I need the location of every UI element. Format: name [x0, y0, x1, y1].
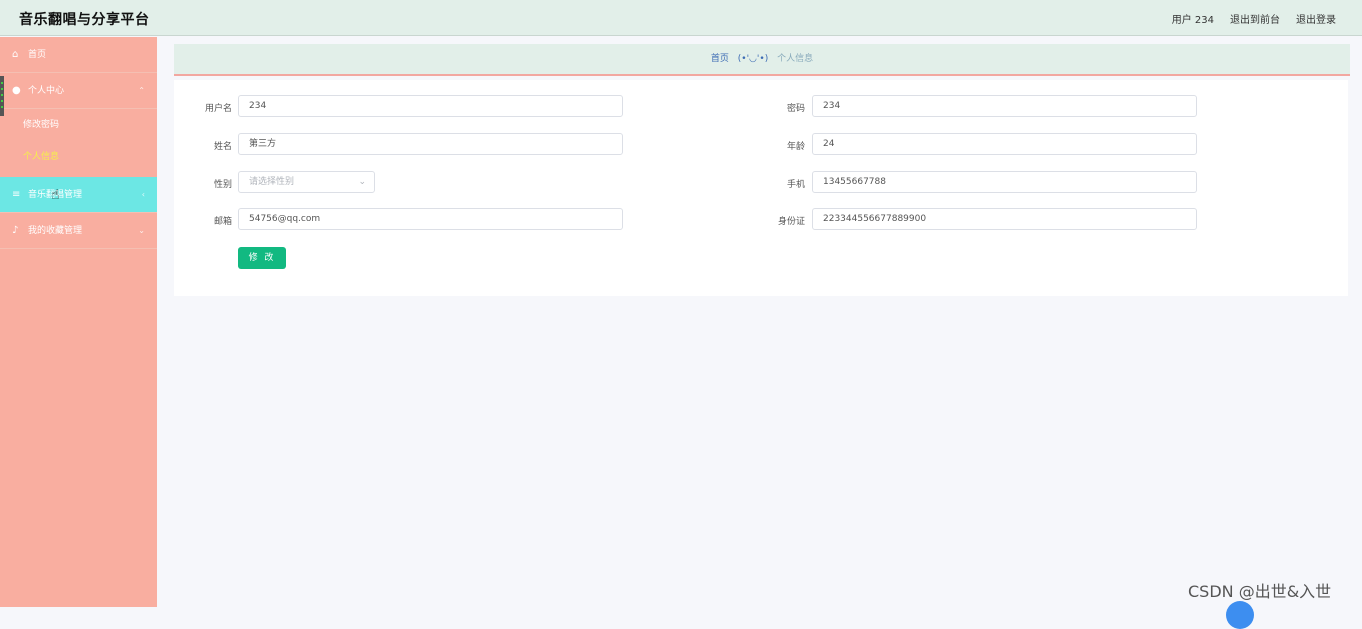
name-field[interactable]: 第三方	[238, 133, 623, 155]
chevron-down-icon: ⌄	[138, 226, 145, 235]
username-label: 用户名	[204, 104, 232, 114]
sidebar: ⌂ 首页 ● 个人中心 ⌃ 修改密码 个人信息 ≡ 音乐翻唱管理 ‹ ♪ 我的收…	[0, 37, 157, 607]
sidebar-item-favorites[interactable]: ♪ 我的收藏管理 ⌄	[0, 213, 157, 249]
sidebar-item-personal-center[interactable]: ● 个人中心 ⌃	[0, 73, 157, 109]
sidebar-item-music-cover[interactable]: ≡ 音乐翻唱管理 ‹	[0, 177, 157, 213]
exit-to-front-link[interactable]: 退出到前台	[1230, 11, 1280, 26]
drag-handle[interactable]	[0, 76, 4, 116]
breadcrumb: 首页 (•'◡'•) 个人信息	[174, 44, 1350, 74]
chevron-up-icon: ⌃	[138, 86, 145, 95]
gender-placeholder: 请选择性别	[249, 177, 295, 187]
breadcrumb-current: 个人信息	[777, 54, 814, 64]
logout-link[interactable]: 退出登录	[1296, 11, 1336, 26]
breadcrumb-home[interactable]: 首页	[711, 54, 729, 64]
home-icon: ⌂	[12, 49, 19, 60]
sidebar-subitem-change-password[interactable]: 修改密码	[0, 109, 157, 141]
chevron-down-icon: ⌄	[358, 177, 366, 187]
age-field[interactable]: 24	[812, 133, 1197, 155]
floating-action-button[interactable]	[1226, 601, 1254, 629]
watermark: CSDN @出世&入世	[1188, 582, 1332, 601]
user-label: 用户 234	[1171, 15, 1214, 26]
email-field[interactable]: 54756@qq.com	[238, 208, 623, 230]
username-field[interactable]: 234	[238, 95, 623, 117]
chevron-left-icon: ‹	[141, 190, 145, 199]
hand-cursor-icon: ☝	[51, 187, 60, 203]
password-label: 密码	[786, 104, 805, 114]
gender-label: 性别	[213, 180, 232, 190]
idcard-field[interactable]: 223344556677889900	[812, 208, 1197, 230]
gender-select[interactable]: 请选择性别 ⌄	[238, 171, 375, 193]
sidebar-item-label: 首页	[28, 50, 47, 60]
name-label: 姓名	[213, 142, 232, 152]
header-actions: 用户 234 退出到前台 退出登录	[1172, 11, 1336, 26]
sidebar-subitem-personal-info[interactable]: 个人信息	[0, 141, 157, 173]
user-icon: ●	[12, 85, 21, 96]
submit-edit-button[interactable]: 修 改	[238, 247, 286, 269]
idcard-label: 身份证	[777, 217, 805, 227]
age-label: 年龄	[786, 142, 805, 152]
sidebar-item-home[interactable]: ⌂ 首页	[0, 37, 157, 73]
top-header: 音乐翻唱与分享平台 用户 234 退出到前台 退出登录	[0, 0, 1362, 36]
phone-label: 手机	[786, 180, 805, 190]
sidebar-item-label: 个人中心	[28, 86, 65, 96]
breadcrumb-separator: (•'◡'•)	[737, 54, 769, 64]
app-title: 音乐翻唱与分享平台	[19, 12, 150, 28]
list-icon: ≡	[12, 189, 21, 200]
email-label: 邮箱	[213, 217, 232, 227]
sidebar-item-label: 我的收藏管理	[28, 226, 83, 236]
phone-field[interactable]: 13455667788	[812, 171, 1197, 193]
mic-icon: ♪	[12, 225, 19, 236]
password-field[interactable]: 234	[812, 95, 1197, 117]
